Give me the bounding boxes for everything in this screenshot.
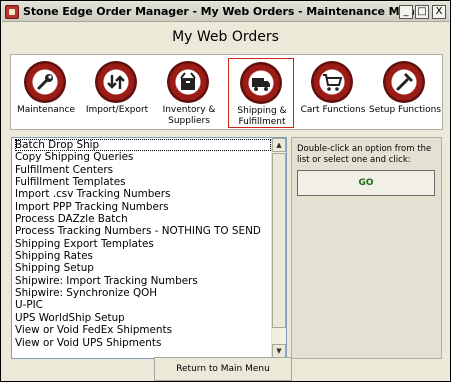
list-item[interactable]: Shipping Setup	[15, 262, 271, 274]
list-item[interactable]: Import .csv Tracking Numbers	[15, 188, 271, 200]
list-item[interactable]: Shipwire: Synchronize QOH	[15, 287, 271, 299]
title-bar[interactable]: Stone Edge Order Manager - My Web Orders…	[2, 2, 449, 22]
list-item[interactable]: Fulfillment Centers	[15, 164, 271, 176]
help-text: Double-click an option from the list or …	[297, 144, 432, 165]
tool-label-shipping: Shipping & Fulfillment	[237, 106, 287, 127]
close-button[interactable]: X	[432, 5, 446, 19]
tool-maintenance[interactable]: Maintenance	[13, 58, 79, 128]
go-button[interactable]: GO	[297, 170, 435, 196]
list-item[interactable]: Shipwire: Import Tracking Numbers	[15, 275, 271, 287]
wrench-icon	[24, 61, 66, 103]
list-item[interactable]: U-PIC	[15, 299, 271, 311]
minimize-button[interactable]: _	[399, 5, 413, 19]
list-item[interactable]: Shipping Export Templates	[15, 238, 271, 250]
box-icon	[167, 61, 209, 103]
list-item[interactable]: Import PPP Tracking Numbers	[15, 201, 271, 213]
scroll-up-button[interactable]: ▲	[272, 138, 286, 152]
tool-label-import-export: Import/Export	[85, 105, 149, 115]
list-item[interactable]: Process Tracking Numbers - NOTHING TO SE…	[15, 225, 271, 237]
maximize-button[interactable]: □	[415, 5, 429, 19]
options-list: Batch Drop Ship Copy Shipping Queries Fulf…	[15, 139, 271, 349]
hammer-icon	[383, 61, 425, 103]
window-title: Stone Edge Order Manager - My Web Orders…	[23, 5, 423, 18]
client-area: My Web Orders Maintenance Import/Export …	[2, 23, 449, 381]
list-item[interactable]: Process DAZzle Batch	[15, 213, 271, 225]
tool-label-maintenance: Maintenance	[17, 105, 75, 115]
list-item[interactable]: Batch Drop Ship	[15, 139, 271, 152]
main-window: Stone Edge Order Manager - My Web Orders…	[0, 0, 451, 382]
options-listbox[interactable]: Batch Drop Ship Copy Shipping Queries Fulf…	[11, 137, 287, 359]
action-panel: Double-click an option from the list or …	[291, 137, 442, 359]
list-item[interactable]: View or Void UPS Shipments	[15, 337, 271, 349]
tool-cart[interactable]: Cart Functions	[300, 58, 366, 128]
cart-icon	[311, 61, 353, 103]
tool-label-inventory: Inventory & Suppliers	[162, 105, 216, 126]
tool-shipping[interactable]: Shipping & Fulfillment	[228, 58, 294, 128]
page-title: My Web Orders	[172, 29, 279, 45]
list-item[interactable]: Copy Shipping Queries	[15, 151, 271, 163]
tool-inventory[interactable]: Inventory & Suppliers	[156, 58, 222, 128]
scroll-down-button[interactable]: ▼	[272, 344, 286, 358]
tool-setup[interactable]: Setup Functions	[369, 58, 441, 128]
import-export-icon	[95, 61, 137, 103]
list-item[interactable]: Fulfillment Templates	[15, 176, 271, 188]
tool-label-cart: Cart Functions	[300, 105, 366, 115]
app-icon	[5, 5, 19, 19]
tool-label-setup: Setup Functions	[368, 105, 442, 115]
list-item[interactable]: View or Void FedEx Shipments	[15, 324, 271, 336]
category-toolbar: Maintenance Import/Export Inventory & Su…	[10, 54, 443, 130]
scroll-thumb[interactable]	[272, 153, 286, 328]
return-main-menu-button[interactable]: Return to Main Menu	[154, 357, 292, 381]
list-item[interactable]: UPS WorldShip Setup	[15, 312, 271, 324]
list-scrollbar[interactable]: ▲ ▼	[271, 138, 286, 358]
list-item[interactable]: Shipping Rates	[15, 250, 271, 262]
tool-import-export[interactable]: Import/Export	[84, 58, 150, 128]
truck-icon	[240, 62, 282, 104]
